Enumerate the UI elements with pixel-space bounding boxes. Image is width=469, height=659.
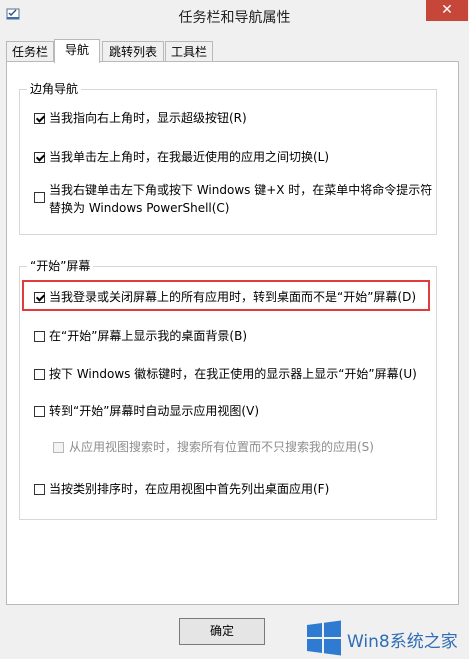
tab-jumplists[interactable]: 跳转列表 xyxy=(102,41,164,61)
replace-powershell-label-line2[interactable]: 替换为 Windows PowerShell(C) xyxy=(49,199,230,217)
tab-navigation[interactable]: 导航 xyxy=(54,39,100,63)
replace-powershell-label-line1[interactable]: 当我右键单击左下角或按下 Windows 键+X 时，在菜单中将命令提示符 xyxy=(49,181,432,199)
switch-apps-checkbox[interactable] xyxy=(34,152,45,163)
start-screen-group-title: “开始”屏幕 xyxy=(27,257,94,274)
search-everywhere-label: 从应用视图搜索时，搜索所有位置而不只搜索我的应用(S) xyxy=(69,440,374,454)
show-apps-view-checkbox[interactable] xyxy=(34,406,45,417)
go-to-desktop-label[interactable]: 当我登录或关闭屏幕上的所有应用时，转到桌面而不是“开始”屏幕(D) xyxy=(49,288,416,306)
start-on-current-display-checkbox[interactable] xyxy=(34,369,45,380)
tab-taskbar[interactable]: 任务栏 xyxy=(6,41,54,61)
search-everywhere-checkbox[interactable] xyxy=(53,442,64,453)
windows-logo-icon xyxy=(307,620,341,656)
show-desktop-background-label[interactable]: 在“开始”屏幕上显示我的桌面背景(B) xyxy=(49,327,247,345)
show-apps-view-label[interactable]: 转到“开始”屏幕时自动显示应用视图(V) xyxy=(49,402,259,420)
title-bar: 任务栏和导航属性 ✕ xyxy=(0,0,469,30)
go-to-desktop-checkbox[interactable] xyxy=(34,292,45,303)
list-desktop-apps-first-checkbox[interactable] xyxy=(34,484,45,495)
show-charms-checkbox[interactable] xyxy=(34,113,45,124)
close-button[interactable]: ✕ xyxy=(426,0,468,21)
list-desktop-apps-first-label[interactable]: 当按类别排序时，在应用视图中首先列出桌面应用(F) xyxy=(49,480,329,498)
properties-dialog: 任务栏和导航属性 ✕ 任务栏 导航 跳转列表 工具栏 边角导航 当我指向右上角时… xyxy=(0,0,469,659)
ok-button[interactable]: 确定 xyxy=(179,618,265,645)
start-on-current-display-label[interactable]: 按下 Windows 徽标键时，在我正使用的显示器上显示“开始”屏幕(U) xyxy=(49,365,417,383)
replace-powershell-checkbox[interactable] xyxy=(34,192,45,203)
corner-navigation-group-title: 边角导航 xyxy=(27,80,82,97)
tab-toolbars[interactable]: 工具栏 xyxy=(165,41,213,61)
close-icon: ✕ xyxy=(441,2,453,18)
watermark-text: Win8系统之家 xyxy=(347,632,458,652)
show-desktop-background-checkbox[interactable] xyxy=(34,331,45,342)
show-charms-label[interactable]: 当我指向右上角时，显示超级按钮(R) xyxy=(49,109,247,127)
switch-apps-label[interactable]: 当我单击左上角时，在我最近使用的应用之间切换(L) xyxy=(49,148,329,166)
window-title: 任务栏和导航属性 xyxy=(178,10,291,26)
